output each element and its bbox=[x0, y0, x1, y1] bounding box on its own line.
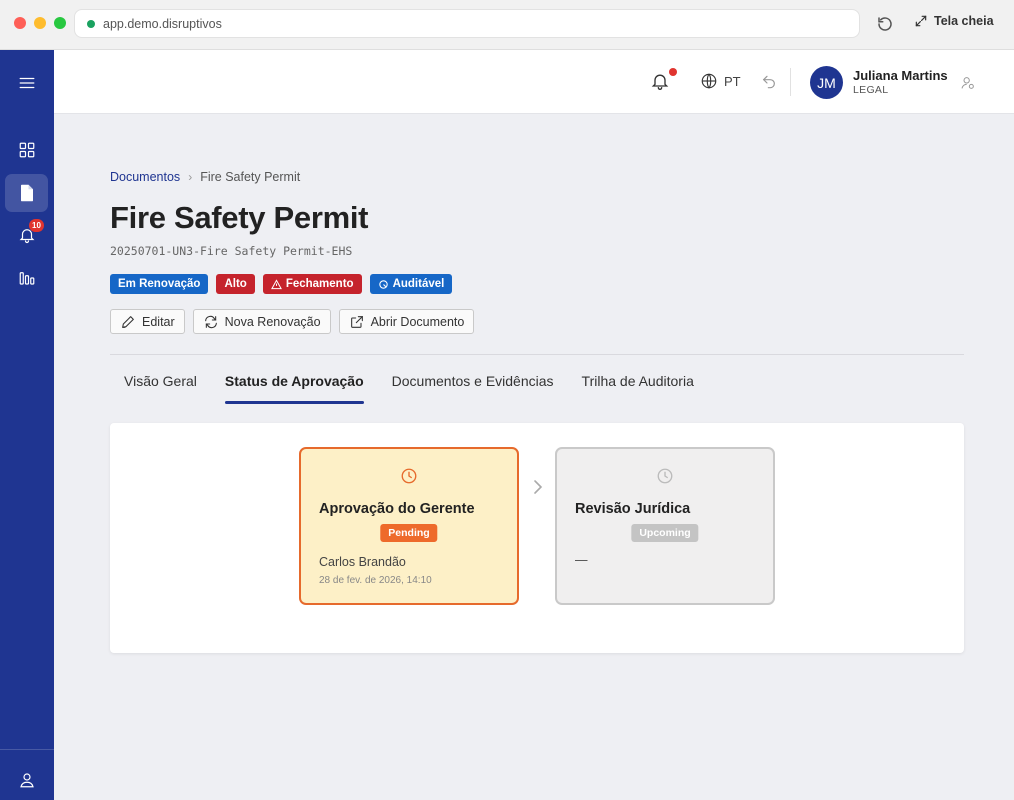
avatar[interactable]: JM bbox=[810, 66, 843, 99]
approval-workflow-panel: Aprovação do Gerente Pending Carlos Bran… bbox=[110, 423, 964, 653]
browser-chrome: app.demo.disruptivos Tela cheia bbox=[0, 0, 1014, 50]
step-assignee: Carlos Brandão bbox=[319, 555, 406, 569]
badge-label: Auditável bbox=[392, 278, 445, 290]
audit-icon bbox=[378, 279, 388, 289]
top-bar: PT JM Juliana Martins LEGAL bbox=[54, 50, 1014, 114]
badge-label: Alto bbox=[224, 278, 247, 290]
window-controls bbox=[14, 17, 66, 29]
step-assignee: — bbox=[575, 553, 588, 567]
chevron-right-icon bbox=[534, 480, 543, 494]
sidebar: 10 bbox=[0, 50, 54, 800]
badge-label: Fechamento bbox=[285, 278, 354, 290]
hamburger-icon bbox=[19, 77, 34, 89]
user-name: Juliana Martins bbox=[853, 68, 948, 83]
reload-icon bbox=[878, 17, 892, 31]
maximize-window-button[interactable] bbox=[54, 17, 66, 29]
sidebar-item-reports[interactable] bbox=[5, 259, 48, 297]
user-icon bbox=[19, 773, 34, 788]
new-renewal-button[interactable]: Nova Renovação bbox=[192, 309, 331, 334]
breadcrumb-current: Fire Safety Permit bbox=[200, 170, 301, 184]
user-settings-button[interactable] bbox=[960, 75, 976, 96]
grid-icon bbox=[19, 142, 34, 158]
section-divider bbox=[110, 354, 964, 355]
risk-badge: Alto bbox=[216, 274, 255, 294]
undo-button[interactable] bbox=[761, 73, 777, 94]
undo-icon bbox=[762, 75, 775, 89]
closing-badge: Fechamento bbox=[262, 274, 362, 294]
sidebar-item-documents[interactable] bbox=[5, 174, 48, 212]
auditable-badge: Auditável bbox=[369, 274, 453, 294]
sidebar-item-dashboard[interactable] bbox=[5, 131, 48, 169]
clock-icon bbox=[657, 468, 673, 484]
status-badges: Em Renovação Alto Fechamento Auditável bbox=[110, 274, 453, 294]
breadcrumb-documents-link[interactable]: Documentos bbox=[110, 170, 180, 184]
document-actions: Editar Nova Renovação Abrir Documento bbox=[110, 309, 475, 334]
unread-dot bbox=[669, 68, 677, 76]
tab-bar: Visão Geral Status de Aprovação Document… bbox=[110, 368, 708, 404]
renew-icon bbox=[204, 315, 217, 328]
step-title: Aprovação do Gerente bbox=[319, 501, 475, 517]
new-renewal-label: Nova Renovação bbox=[224, 314, 321, 329]
tab-overview[interactable]: Visão Geral bbox=[110, 368, 211, 404]
external-link-icon bbox=[350, 315, 363, 328]
globe-icon bbox=[701, 73, 717, 89]
tab-documents-evidence[interactable]: Documentos e Evidências bbox=[378, 368, 568, 404]
open-document-button[interactable]: Abrir Documento bbox=[338, 309, 475, 334]
fullscreen-button[interactable]: Tela cheia bbox=[914, 14, 994, 28]
document-code: 20250701-UN3-Fire Safety Permit-EHS bbox=[110, 244, 353, 258]
chevron-right-icon: › bbox=[188, 170, 193, 184]
approval-step-legal-review[interactable]: Revisão Jurídica Upcoming — bbox=[555, 447, 775, 605]
clock-icon bbox=[401, 468, 417, 484]
step-status-badge: Upcoming bbox=[631, 524, 699, 542]
sidebar-divider bbox=[0, 749, 54, 750]
notifications-button[interactable] bbox=[650, 71, 672, 93]
badge-label: Em Renovação bbox=[118, 278, 201, 290]
language-selector[interactable]: PT bbox=[700, 72, 741, 90]
notification-count-badge: 10 bbox=[29, 219, 44, 232]
page-title: Fire Safety Permit bbox=[110, 200, 369, 235]
close-window-button[interactable] bbox=[14, 17, 26, 29]
reload-button[interactable] bbox=[876, 15, 896, 35]
menu-button[interactable] bbox=[5, 64, 48, 102]
bar-chart-icon bbox=[19, 272, 34, 285]
edit-label: Editar bbox=[142, 314, 175, 329]
user-gear-icon bbox=[961, 77, 974, 89]
sidebar-item-notifications[interactable]: 10 bbox=[5, 216, 48, 254]
approval-step-manager[interactable]: Aprovação do Gerente Pending Carlos Bran… bbox=[299, 447, 519, 605]
breadcrumb: Documentos › Fire Safety Permit bbox=[110, 170, 300, 184]
step-title: Revisão Jurídica bbox=[575, 501, 691, 517]
fullscreen-label: Tela cheia bbox=[934, 14, 994, 28]
pencil-icon bbox=[122, 315, 134, 328]
status-badge-renewal: Em Renovação bbox=[110, 274, 209, 294]
toolbar-divider bbox=[790, 68, 791, 96]
edit-button[interactable]: Editar bbox=[110, 309, 185, 334]
step-status-badge: Pending bbox=[380, 524, 438, 542]
tab-approval-status[interactable]: Status de Aprovação bbox=[211, 368, 378, 404]
step-date: 28 de fev. de 2026, 14:10 bbox=[319, 575, 432, 586]
secure-indicator-icon bbox=[87, 19, 95, 28]
sidebar-item-profile[interactable] bbox=[5, 761, 48, 799]
warning-icon bbox=[270, 278, 282, 289]
language-label: PT bbox=[724, 73, 741, 89]
expand-icon bbox=[915, 15, 927, 27]
bell-icon bbox=[651, 74, 669, 90]
user-role: LEGAL bbox=[853, 84, 889, 96]
url-text: app.demo.disruptivos bbox=[103, 16, 222, 31]
minimize-window-button[interactable] bbox=[34, 17, 46, 29]
tab-audit-trail[interactable]: Trilha de Auditoria bbox=[568, 368, 708, 404]
document-icon bbox=[20, 184, 33, 202]
address-bar[interactable]: app.demo.disruptivos bbox=[74, 9, 860, 38]
open-document-label: Abrir Documento bbox=[370, 314, 465, 329]
